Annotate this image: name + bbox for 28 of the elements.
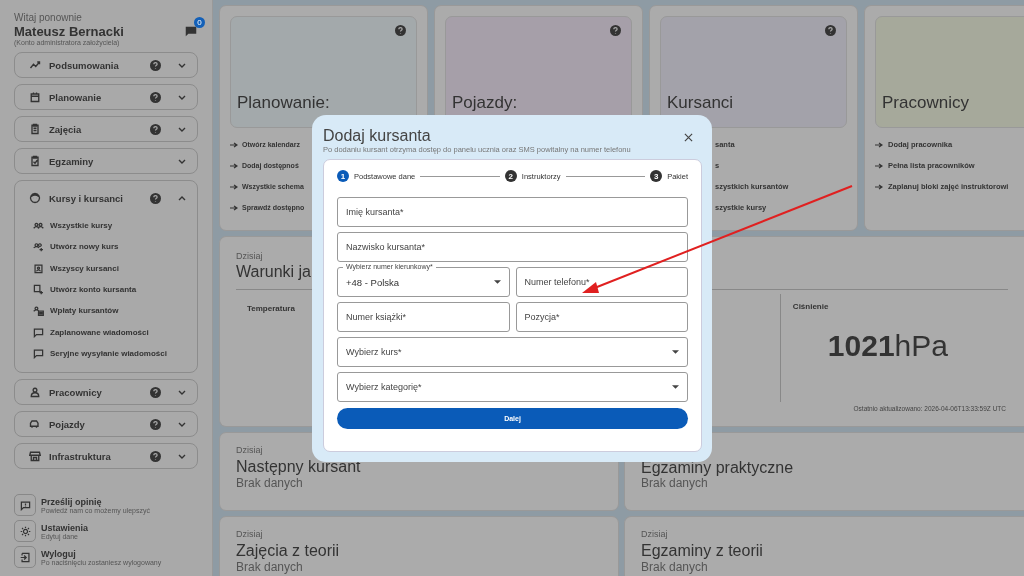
select-value: +48 - Polska (346, 276, 400, 288)
pressure-value: 1021 (827, 329, 895, 362)
card-title: Warunki ja (236, 263, 311, 281)
select-placeholder: Wybierz kurs* (346, 347, 402, 357)
card-title: Planowanie: (237, 93, 330, 113)
card-value: Brak danych (236, 476, 303, 491)
card-caption: Dzisiaj (236, 529, 263, 540)
dialog-title: Dodaj kursanta (323, 127, 432, 145)
pressure-label: Ciśnienie (792, 302, 829, 311)
pressure-unit: hPa (894, 329, 948, 362)
card-title: Następny kursant (236, 458, 361, 477)
select-placeholder: Wybierz kategorię* (346, 382, 422, 392)
card-value: Brak danych (641, 477, 708, 492)
card-title: Pojazdy: (452, 93, 518, 113)
card-value: Brak danych (236, 560, 303, 575)
user-name: Mateusz Bernacki (14, 24, 124, 39)
card-title: Egzaminy praktyczne (641, 459, 794, 478)
temperature-label: Temperatura (247, 304, 295, 315)
card-caption: Dzisiaj (641, 529, 668, 540)
card-title: Egzaminy z teorii (641, 542, 763, 561)
card-value: Brak danych (641, 560, 708, 575)
notification-badge: 0 (194, 17, 205, 28)
card-caption: Dzisiaj (236, 251, 263, 261)
card-caption: Dzisiaj (236, 445, 263, 456)
card-title: Pracownicy (882, 93, 969, 113)
greeting-text: Witaj ponownie (14, 12, 83, 23)
card-title: Zajęcia z teorii (236, 542, 340, 561)
card-title: Kursanci (667, 93, 734, 113)
